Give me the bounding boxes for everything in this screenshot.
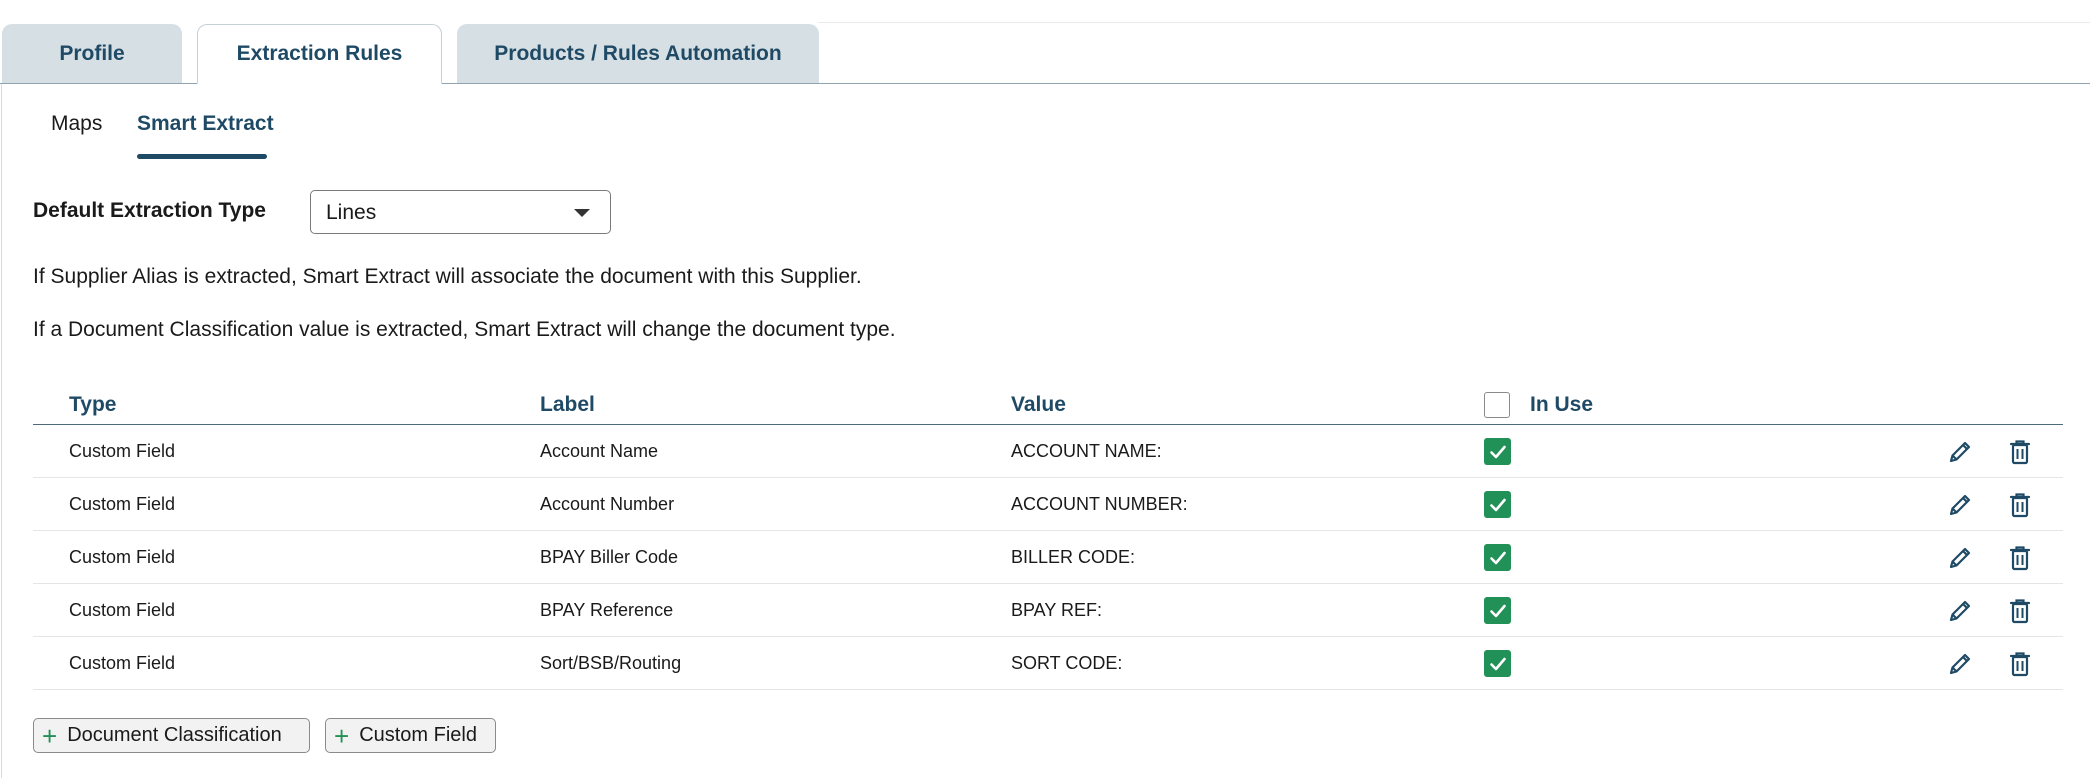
check-icon xyxy=(1488,548,1508,568)
subtab-maps[interactable]: Maps xyxy=(51,112,102,136)
trash-icon[interactable] xyxy=(2005,596,2035,626)
check-icon xyxy=(1488,601,1508,621)
add-document-classification-label: Document Classification xyxy=(67,724,282,746)
main-tab-bar: Profile Extraction Rules Products / Rule… xyxy=(0,0,2090,84)
default-extraction-type-value: Lines xyxy=(326,201,377,224)
row-type: Custom Field xyxy=(69,441,176,461)
table-row: Custom Field Sort/BSB/Routing SORT CODE: xyxy=(33,637,2063,690)
pencil-icon[interactable] xyxy=(1945,596,1975,626)
default-extraction-type-label: Default Extraction Type xyxy=(33,199,266,222)
row-value: SORT CODE: xyxy=(1011,653,1123,673)
plus-icon: + xyxy=(42,720,58,751)
document-classification-info: If a Document Classification value is ex… xyxy=(33,318,896,341)
check-icon xyxy=(1488,654,1508,674)
row-type: Custom Field xyxy=(69,600,176,620)
select-all-in-use-checkbox[interactable] xyxy=(1484,392,1510,418)
in-use-checkbox[interactable] xyxy=(1484,544,1511,571)
supplier-alias-info: If Supplier Alias is extracted, Smart Ex… xyxy=(33,265,862,288)
in-use-checkbox[interactable] xyxy=(1484,597,1511,624)
row-divider xyxy=(33,689,2063,690)
in-use-checkbox[interactable] xyxy=(1484,491,1511,518)
check-icon xyxy=(1488,495,1508,515)
default-extraction-type-select[interactable]: Lines xyxy=(310,190,611,234)
table-row: Custom Field BPAY Reference BPAY REF: xyxy=(33,584,2063,637)
row-value: BILLER CODE: xyxy=(1011,547,1136,567)
row-label: BPAY Biller Code xyxy=(540,547,679,567)
trash-icon[interactable] xyxy=(2005,543,2035,573)
in-use-checkbox[interactable] xyxy=(1484,438,1511,465)
plus-icon: + xyxy=(334,720,350,751)
row-value: BPAY REF: xyxy=(1011,600,1103,620)
add-custom-field-button[interactable]: + Custom Field xyxy=(325,718,496,753)
caret-down-icon xyxy=(574,209,590,217)
row-type: Custom Field xyxy=(69,494,176,514)
pencil-icon[interactable] xyxy=(1945,437,1975,467)
table-row: Custom Field Account Number ACCOUNT NUMBER… xyxy=(33,478,2063,531)
pencil-icon[interactable] xyxy=(1945,649,1975,679)
table-row: Custom Field BPAY Biller Code BILLER CODE: xyxy=(33,531,2063,584)
row-label: Account Number xyxy=(540,494,675,514)
pencil-icon[interactable] xyxy=(1945,543,1975,573)
tab-products-rules-automation[interactable]: Products / Rules Automation xyxy=(457,24,819,84)
column-header-in-use: In Use xyxy=(1530,393,1594,416)
table-row: Custom Field Account Name ACCOUNT NAME: xyxy=(33,425,2063,478)
trash-icon[interactable] xyxy=(2005,490,2035,520)
trash-icon[interactable] xyxy=(2005,649,2035,679)
row-type: Custom Field xyxy=(69,547,176,567)
add-document-classification-button[interactable]: + Document Classification xyxy=(33,718,310,753)
column-header-value: Value xyxy=(1011,393,1066,416)
add-custom-field-label: Custom Field xyxy=(359,724,477,746)
trash-icon[interactable] xyxy=(2005,437,2035,467)
in-use-checkbox[interactable] xyxy=(1484,650,1511,677)
tab-extraction-rules[interactable]: Extraction Rules xyxy=(197,24,442,84)
pencil-icon[interactable] xyxy=(1945,490,1975,520)
row-label: Account Name xyxy=(540,441,659,461)
column-header-type: Type xyxy=(69,393,117,416)
row-value: ACCOUNT NUMBER: xyxy=(1011,494,1188,514)
row-label: BPAY Reference xyxy=(540,600,674,620)
row-value: ACCOUNT NAME: xyxy=(1011,441,1162,461)
tab-bar-top-rule xyxy=(818,22,2090,23)
subtab-smart-extract[interactable]: Smart Extract xyxy=(137,112,274,136)
check-icon xyxy=(1488,442,1508,462)
content-left-border xyxy=(1,84,2,778)
subtab-active-indicator xyxy=(137,154,267,159)
tab-profile[interactable]: Profile xyxy=(2,24,182,84)
row-label: Sort/BSB/Routing xyxy=(540,653,682,673)
column-header-label: Label xyxy=(540,393,595,416)
row-type: Custom Field xyxy=(69,653,176,673)
